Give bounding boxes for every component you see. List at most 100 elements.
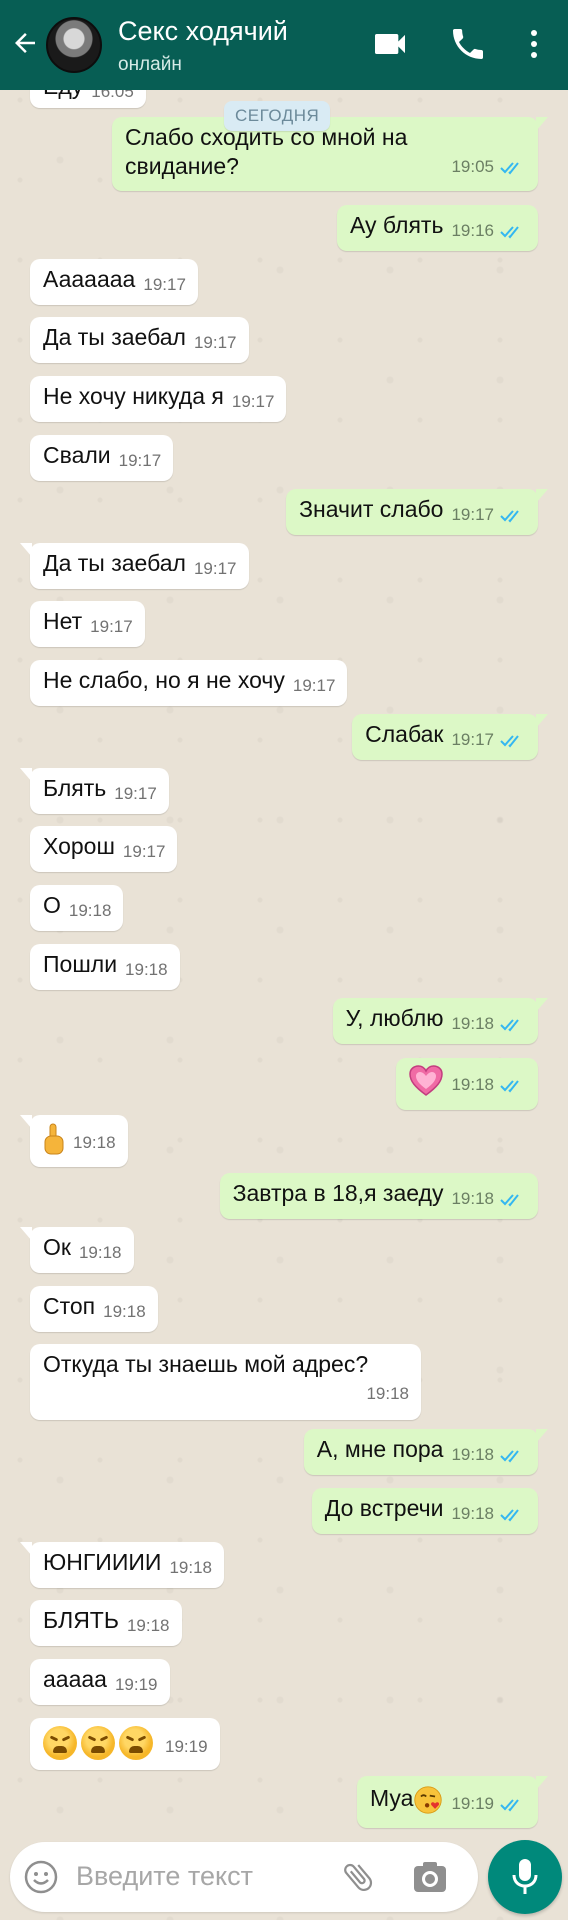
video-call-icon[interactable] xyxy=(370,24,410,64)
read-ticks-icon xyxy=(500,1079,519,1093)
message-incoming[interactable]: Блять 19:17 xyxy=(20,768,169,814)
tired-face-emoji-icon xyxy=(43,1726,77,1760)
message-incoming[interactable]: 19:19 xyxy=(30,1718,220,1770)
date-separator: СЕГОДНЯ xyxy=(224,101,331,131)
read-ticks-icon xyxy=(500,1508,519,1522)
message-meta: 19:19 xyxy=(451,1789,526,1818)
message-incoming[interactable]: ЮНГИИИИ 19:18 xyxy=(20,1542,224,1588)
message-incoming[interactable]: Не слабо, но я не хочу 19:17 xyxy=(30,660,348,706)
message-incoming[interactable]: Ааааааа 19:17 xyxy=(30,259,198,305)
message-outgoing[interactable]: 19:18 xyxy=(396,1058,538,1110)
message-meta: 19:18 xyxy=(451,1009,526,1038)
message-time: 19:16 xyxy=(451,221,494,240)
message-text: БЛЯТЬ xyxy=(43,1607,119,1633)
message-incoming[interactable]: О 19:18 xyxy=(30,885,124,931)
message-time: 19:17 xyxy=(122,842,166,861)
message-outgoing[interactable]: Значит слабо 19:17 xyxy=(286,489,548,535)
message-incoming[interactable]: Да ты заебал 19:17 xyxy=(20,543,249,589)
index-finger-up-emoji-icon xyxy=(44,1123,64,1155)
message-outgoing[interactable]: А, мне пора 19:18 xyxy=(303,1429,549,1475)
message-text: Слабак xyxy=(365,721,444,747)
message-outgoing[interactable]: Ау блять 19:16 xyxy=(336,205,538,251)
message-time: 19:18 xyxy=(125,960,168,979)
message-text: У, люблю xyxy=(345,1005,444,1031)
message-text: Не слабо, но я не хочу xyxy=(43,667,285,693)
message-time: 19:17 xyxy=(292,676,336,695)
message-incoming[interactable]: БЛЯТЬ 19:18 xyxy=(30,1600,182,1646)
message-time: 19:17 xyxy=(231,392,275,411)
read-ticks-icon xyxy=(500,734,519,748)
message-incoming[interactable]: Нет 19:17 xyxy=(30,601,145,647)
message-text: Ааааааа xyxy=(43,266,136,292)
arrow-left-icon[interactable] xyxy=(10,28,40,58)
read-ticks-icon xyxy=(500,161,519,175)
message-time: 19:18 xyxy=(451,1075,494,1095)
message-incoming[interactable]: Да ты заебал 19:17 xyxy=(30,317,249,363)
message-meta: 19:05 xyxy=(451,152,526,181)
message-meta: 19:18 xyxy=(451,1070,526,1099)
tired-face-emoji-icon xyxy=(81,1726,115,1760)
message-incoming[interactable]: Стоп 19:18 xyxy=(30,1286,158,1332)
message-outgoing[interactable]: Слабак 19:17 xyxy=(352,714,548,760)
message-text: О xyxy=(43,892,61,918)
phone-icon[interactable] xyxy=(448,24,488,64)
message-text: Да ты заебал xyxy=(43,550,186,576)
mic-button[interactable] xyxy=(488,1840,562,1914)
message-time: 19:18 xyxy=(451,1445,494,1464)
message-outgoing[interactable]: До встречи 19:18 xyxy=(311,1488,538,1534)
message-input[interactable]: Введите текст xyxy=(76,1861,253,1892)
contact-name[interactable]: Секс ходячий xyxy=(118,16,288,47)
camera-icon[interactable] xyxy=(412,1860,448,1894)
message-meta: 19:17 xyxy=(451,500,526,529)
message-time: 19:18 xyxy=(451,1189,494,1208)
message-time: 19:18 xyxy=(126,1616,170,1635)
message-text: Ау блять xyxy=(349,212,444,238)
read-ticks-icon xyxy=(500,1449,519,1463)
message-outgoing[interactable]: У, люблю 19:18 xyxy=(332,998,549,1044)
message-incoming[interactable]: Не хочу никуда я 19:17 xyxy=(30,376,287,422)
message-meta: 19:17 xyxy=(451,725,526,754)
message-text: ЮНГИИИИ xyxy=(43,1549,162,1575)
more-vert-icon[interactable] xyxy=(520,24,548,64)
message-composer[interactable]: Введите текст xyxy=(10,1842,478,1912)
message-time: 19:05 xyxy=(451,157,494,176)
message-time: 19:18 xyxy=(366,1384,409,1403)
message-time: 19:18 xyxy=(103,1302,146,1321)
message-text: Стоп xyxy=(43,1293,96,1319)
message-outgoing[interactable]: Муа 19:19 xyxy=(357,1776,548,1828)
paperclip-icon[interactable] xyxy=(340,1858,376,1896)
message-time: 19:18 xyxy=(169,1558,212,1577)
message-meta: 19:18 xyxy=(451,1184,526,1213)
message-incoming[interactable]: Ок 19:18 xyxy=(20,1227,134,1273)
message-text: Завтра в 18,я заеду xyxy=(232,1180,444,1206)
message-incoming[interactable]: Хорош 19:17 xyxy=(30,826,178,872)
message-text: Да ты заебал xyxy=(43,324,186,350)
read-ticks-icon xyxy=(500,1018,519,1032)
read-ticks-icon xyxy=(500,1193,519,1207)
message-incoming[interactable]: ааааа 19:19 xyxy=(30,1659,170,1705)
message-meta: 19:16 xyxy=(451,216,526,245)
message-text: Откуда ты знаешь мой адрес? xyxy=(43,1351,369,1377)
message-time: 19:19 xyxy=(451,1794,494,1813)
emoji-icon[interactable] xyxy=(24,1860,58,1894)
message-time: 19:17 xyxy=(451,505,494,524)
message-incoming[interactable]: Свали 19:17 xyxy=(30,435,174,481)
message-incoming[interactable]: Откуда ты знаешь мой адрес? 19:18 xyxy=(30,1344,421,1420)
message-incoming[interactable]: Пошли 19:18 xyxy=(30,944,180,990)
message-time: 19:18 xyxy=(68,901,112,920)
message-meta: 19:18 xyxy=(451,1499,526,1528)
message-outgoing[interactable]: Завтра в 18,я заеду 19:18 xyxy=(219,1173,538,1219)
read-ticks-icon xyxy=(500,509,519,523)
message-text: ааааа xyxy=(43,1666,107,1692)
message-text: Нет xyxy=(43,608,83,634)
avatar[interactable] xyxy=(46,17,102,73)
heart-emoji-icon xyxy=(409,1065,444,1096)
message-text: Блять xyxy=(43,775,107,801)
message-time: 19:19 xyxy=(114,1675,158,1694)
message-text: А, мне пора xyxy=(316,1436,444,1462)
message-time: 19:17 xyxy=(114,784,157,803)
message-incoming[interactable]: 19:18 xyxy=(20,1115,128,1167)
message-meta: 19:18 xyxy=(451,1440,526,1469)
message-time: 19:17 xyxy=(451,730,494,749)
message-time: 19:17 xyxy=(143,275,186,294)
